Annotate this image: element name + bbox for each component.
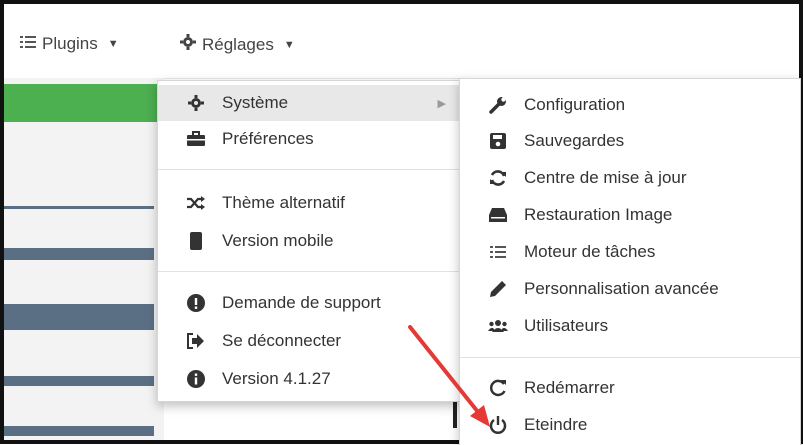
- annotation-arrow: [408, 325, 490, 427]
